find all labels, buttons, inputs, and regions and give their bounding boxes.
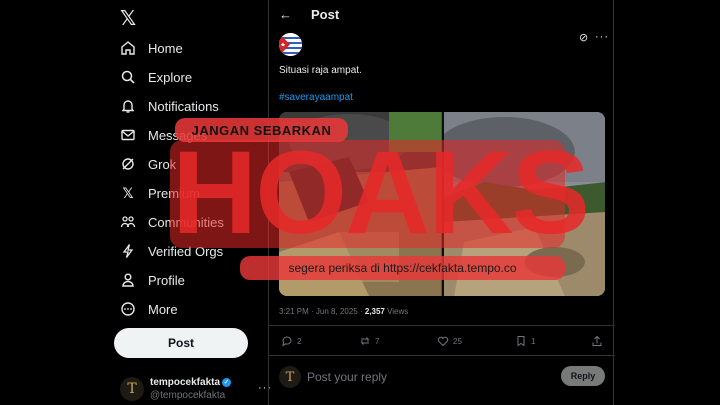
- bookmark-icon: [517, 336, 525, 347]
- post-header: ← Post: [269, 0, 615, 30]
- nav-label-premium: Premium: [148, 185, 201, 201]
- share-action[interactable]: [591, 335, 607, 347]
- lightning-icon: [120, 243, 136, 259]
- repost-icon: [360, 337, 370, 345]
- communities-icon: [120, 214, 136, 230]
- repost-action[interactable]: 7: [359, 335, 379, 347]
- post-more-icon[interactable]: ···: [595, 31, 609, 43]
- home-icon: [120, 40, 136, 56]
- grok-icon[interactable]: ⊘: [579, 31, 588, 44]
- more-circle-icon: [120, 301, 136, 317]
- nav-notifications[interactable]: Notifications: [120, 95, 219, 117]
- reply-action[interactable]: 2: [281, 335, 301, 347]
- nav-label-verified-orgs: Verified Orgs: [148, 243, 224, 259]
- like-count: 25: [453, 336, 462, 346]
- nav-profile[interactable]: Profile: [120, 269, 185, 291]
- nav-label-home: Home: [148, 40, 183, 56]
- mail-icon: [120, 127, 136, 143]
- page-title: Post: [311, 7, 340, 22]
- nav-more[interactable]: More: [120, 298, 178, 320]
- nav-verified-orgs[interactable]: Verified Orgs: [120, 240, 223, 262]
- nav-explore[interactable]: Explore: [120, 66, 192, 88]
- nav-grok[interactable]: Grok: [120, 153, 176, 175]
- divider: [269, 325, 615, 326]
- main-column: ← Post ⊘ ··· Situasi raja ampat. #savera…: [268, 0, 615, 405]
- bookmark-count: 1: [531, 336, 536, 346]
- views-label: Views: [384, 307, 409, 316]
- post-meta: 3:21 PM · Jun 8, 2025 · 2,357 Views: [279, 307, 408, 316]
- nav-label-grok: Grok: [148, 156, 177, 172]
- media-image-right: [444, 112, 605, 296]
- nav-label-profile: Profile: [148, 272, 185, 288]
- verified-badge-icon: ✓: [222, 377, 232, 387]
- nav-label-more: More: [148, 301, 178, 317]
- x-logo-icon[interactable]: 𝕏: [120, 6, 136, 31]
- grok-icon: [120, 156, 136, 172]
- account-handle: @tempocekfakta: [150, 390, 226, 401]
- bell-icon: [120, 98, 136, 114]
- nav-label-messages: Messages: [148, 127, 208, 143]
- repost-count: 7: [375, 336, 380, 346]
- nav-label-explore: Explore: [148, 69, 193, 85]
- profile-icon: [120, 272, 136, 288]
- left-navigation: 𝕏 Home Explore Notifications Messages Gr…: [108, 0, 271, 405]
- back-arrow-icon[interactable]: ←: [279, 7, 292, 22]
- reply-icon: [282, 336, 292, 347]
- nav-communities[interactable]: Communities: [120, 211, 224, 233]
- nav-messages[interactable]: Messages: [120, 124, 207, 146]
- heart-icon: [437, 336, 449, 347]
- post-author-avatar[interactable]: [279, 33, 302, 56]
- share-icon: [592, 335, 602, 346]
- post-button[interactable]: Post: [114, 328, 248, 358]
- reply-count: 2: [297, 336, 302, 346]
- post-timestamp[interactable]: 3:21 PM · Jun 8, 2025 ·: [279, 307, 365, 316]
- account-name: tempocekfakta: [150, 377, 221, 388]
- search-icon: [120, 69, 136, 85]
- nav-premium[interactable]: 𝕏 Premium: [120, 182, 200, 204]
- like-action[interactable]: 25: [437, 335, 462, 347]
- nav-label-notifications: Notifications: [148, 98, 219, 114]
- view-count: 2,357: [364, 307, 385, 316]
- nav-label-communities: Communities: [148, 214, 224, 230]
- post-media[interactable]: [279, 112, 605, 296]
- account-switcher[interactable]: T tempocekfakta ✓ @tempocekfakta ···: [120, 374, 271, 402]
- divider: [269, 355, 615, 356]
- reply-button[interactable]: Reply: [561, 366, 605, 386]
- reply-input[interactable]: Post your reply: [307, 370, 387, 384]
- media-image-left: [279, 112, 441, 296]
- nav-home[interactable]: Home: [120, 37, 183, 59]
- post-text: Situasi raja ampat.: [279, 65, 362, 76]
- reply-avatar: T: [279, 366, 301, 388]
- post-hashtag[interactable]: #saverayaampat: [279, 92, 353, 103]
- bookmark-action[interactable]: 1: [515, 335, 535, 347]
- avatar: T: [120, 377, 144, 401]
- x-premium-icon: 𝕏: [122, 184, 134, 201]
